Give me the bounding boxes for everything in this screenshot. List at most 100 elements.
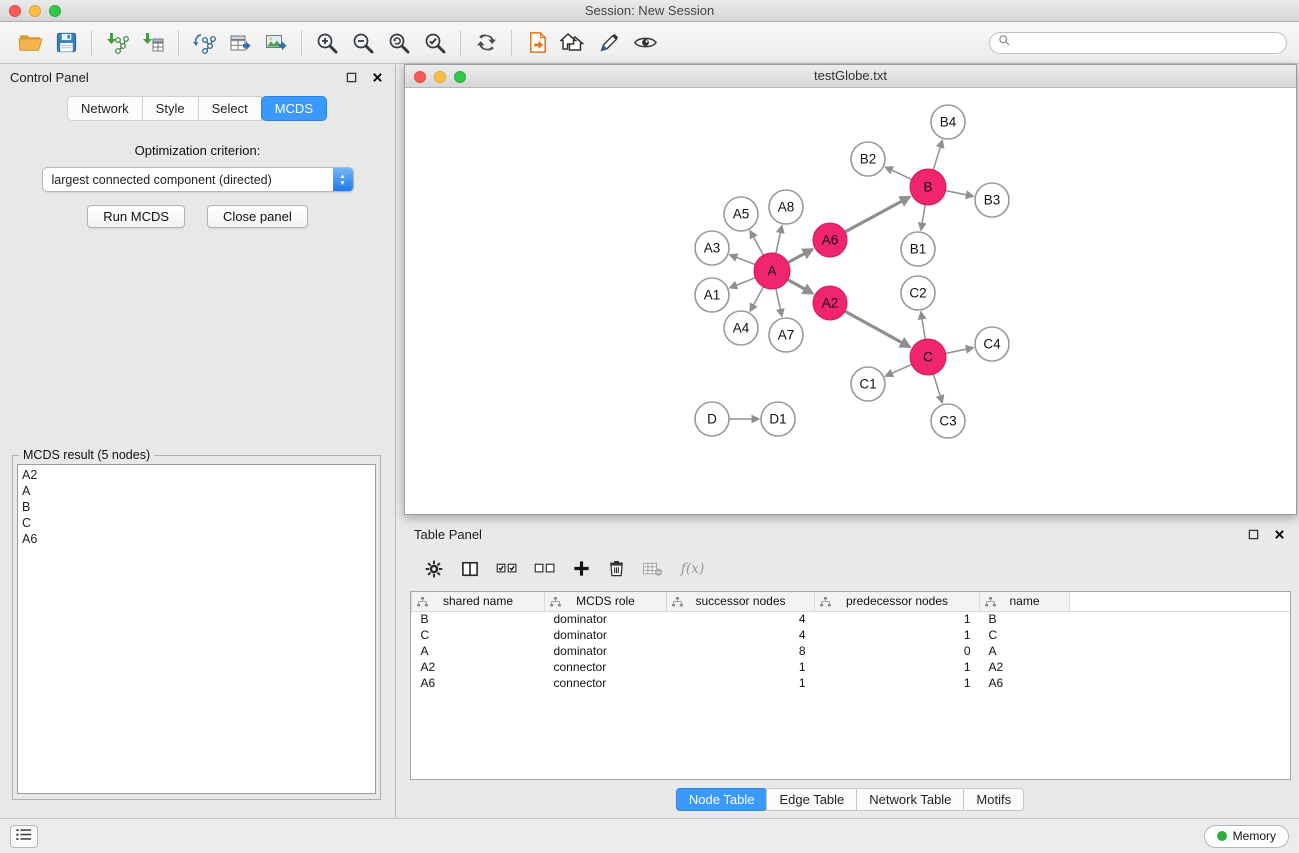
graph-node[interactable]: B1: [901, 232, 935, 266]
network-canvas[interactable]: B4B2BB3A8A5A6B1A3AC2A1A2A4A7C4CC1DD1C3: [405, 89, 1294, 514]
graph-edge[interactable]: [776, 289, 782, 316]
graph-node[interactable]: A3: [695, 231, 729, 265]
table-cell[interactable]: 1: [667, 675, 815, 691]
criterion-dropdown[interactable]: largest connected component (directed) ▲…: [42, 167, 354, 192]
table-cell[interactable]: 1: [667, 659, 815, 675]
table-cell[interactable]: 8: [667, 643, 815, 659]
tab-motifs[interactable]: Motifs: [963, 788, 1024, 811]
columns-button[interactable]: [460, 559, 480, 582]
graph-edge[interactable]: [921, 205, 925, 230]
graph-node[interactable]: C4: [975, 327, 1009, 361]
graph-edge[interactable]: [750, 231, 763, 255]
result-item[interactable]: A: [18, 483, 375, 499]
graph-edge[interactable]: [788, 249, 812, 262]
import-table-file-button[interactable]: [135, 26, 171, 60]
new-network-button[interactable]: [186, 26, 222, 60]
graph-edge[interactable]: [946, 348, 973, 354]
graph-edge[interactable]: [933, 374, 942, 402]
function-button[interactable]: f(x): [679, 559, 710, 581]
graph-node[interactable]: A8: [769, 190, 803, 224]
open-file-button[interactable]: [12, 26, 48, 60]
graph-node[interactable]: D1: [761, 402, 795, 436]
table-row[interactable]: A6connector11A6: [412, 675, 1291, 691]
deselect-all-button[interactable]: [534, 560, 556, 580]
table-row[interactable]: Bdominator41B: [412, 611, 1291, 627]
table-cell[interactable]: A6: [412, 675, 545, 691]
graph-node[interactable]: A1: [695, 278, 729, 312]
graph-edge[interactable]: [776, 226, 782, 253]
pen-button[interactable]: [591, 26, 627, 60]
table-cell[interactable]: 1: [815, 675, 980, 691]
graph-node[interactable]: B4: [931, 105, 965, 139]
table-cell[interactable]: A: [980, 643, 1070, 659]
graph-edge[interactable]: [845, 311, 910, 347]
table-row[interactable]: Adominator80A: [412, 643, 1291, 659]
graph-node[interactable]: B: [910, 169, 946, 205]
column-header[interactable]: shared name: [412, 592, 545, 611]
graph-node[interactable]: A4: [724, 311, 758, 345]
table-row[interactable]: Cdominator41C: [412, 627, 1291, 643]
graph-node[interactable]: A6: [813, 223, 847, 257]
table-cell[interactable]: dominator: [545, 643, 667, 659]
graph-node[interactable]: C2: [901, 276, 935, 310]
float-panel-icon[interactable]: [343, 69, 359, 85]
table-close-panel-icon[interactable]: [1271, 526, 1287, 542]
refresh-button[interactable]: [468, 26, 504, 60]
select-all-button[interactable]: [496, 560, 518, 580]
graph-node[interactable]: C: [910, 339, 946, 375]
tab-network[interactable]: Network: [67, 96, 143, 121]
tab-mcds[interactable]: MCDS: [261, 96, 327, 121]
tab-network-table[interactable]: Network Table: [856, 788, 964, 811]
close-panel-button[interactable]: Close panel: [207, 205, 308, 228]
table-cell[interactable]: 0: [815, 643, 980, 659]
graph-edge[interactable]: [845, 197, 910, 232]
table-cell[interactable]: A: [412, 643, 545, 659]
search-input[interactable]: [1016, 36, 1278, 50]
table-cell[interactable]: C: [980, 627, 1070, 643]
graph-node[interactable]: A: [754, 253, 790, 289]
column-header[interactable]: MCDS role: [545, 592, 667, 611]
zoom-fit-button[interactable]: [381, 26, 417, 60]
column-header[interactable]: predecessor nodes: [815, 592, 980, 611]
table-cell[interactable]: A2: [412, 659, 545, 675]
task-history-button[interactable]: [10, 825, 38, 848]
import-network-file-button[interactable]: [99, 26, 135, 60]
table-cell[interactable]: connector: [545, 659, 667, 675]
table-cell[interactable]: C: [412, 627, 545, 643]
graph-node[interactable]: C3: [931, 404, 965, 438]
graph-node[interactable]: A7: [769, 318, 803, 352]
table-cell[interactable]: dominator: [545, 611, 667, 627]
session-document-button[interactable]: [519, 26, 555, 60]
tab-style[interactable]: Style: [142, 96, 199, 121]
delete-row-button[interactable]: [607, 559, 626, 581]
result-item[interactable]: A6: [18, 531, 375, 547]
mcds-result-list[interactable]: A2ABCA6: [17, 464, 376, 794]
graph-node[interactable]: A5: [724, 197, 758, 231]
table-cell[interactable]: B: [980, 611, 1070, 627]
graph-edge[interactable]: [921, 312, 925, 339]
table-cell[interactable]: 4: [667, 611, 815, 627]
graph-node[interactable]: B2: [851, 142, 885, 176]
zoom-in-button[interactable]: [309, 26, 345, 60]
tab-edge-table[interactable]: Edge Table: [766, 788, 857, 811]
table-cell[interactable]: 1: [815, 659, 980, 675]
network-zoom-button[interactable]: [454, 71, 466, 83]
close-window-button[interactable]: [9, 5, 21, 17]
tab-select[interactable]: Select: [198, 96, 262, 121]
graph-edge[interactable]: [886, 364, 912, 376]
graph-node[interactable]: D: [695, 402, 729, 436]
search-box[interactable]: [989, 32, 1287, 54]
graph-edge[interactable]: [946, 191, 973, 197]
home-button[interactable]: [555, 26, 591, 60]
table-float-panel-icon[interactable]: [1245, 526, 1261, 542]
graph-edge[interactable]: [788, 280, 813, 294]
eye-button[interactable]: [627, 26, 663, 60]
gear-button[interactable]: [424, 559, 444, 582]
delete-table-button[interactable]: [642, 560, 663, 581]
column-header[interactable]: name: [980, 592, 1070, 611]
tab-node-table[interactable]: Node Table: [676, 788, 768, 811]
result-item[interactable]: A2: [18, 467, 375, 483]
memory-button[interactable]: Memory: [1204, 825, 1289, 848]
network-minimize-button[interactable]: [434, 71, 446, 83]
close-panel-icon[interactable]: [369, 69, 385, 85]
